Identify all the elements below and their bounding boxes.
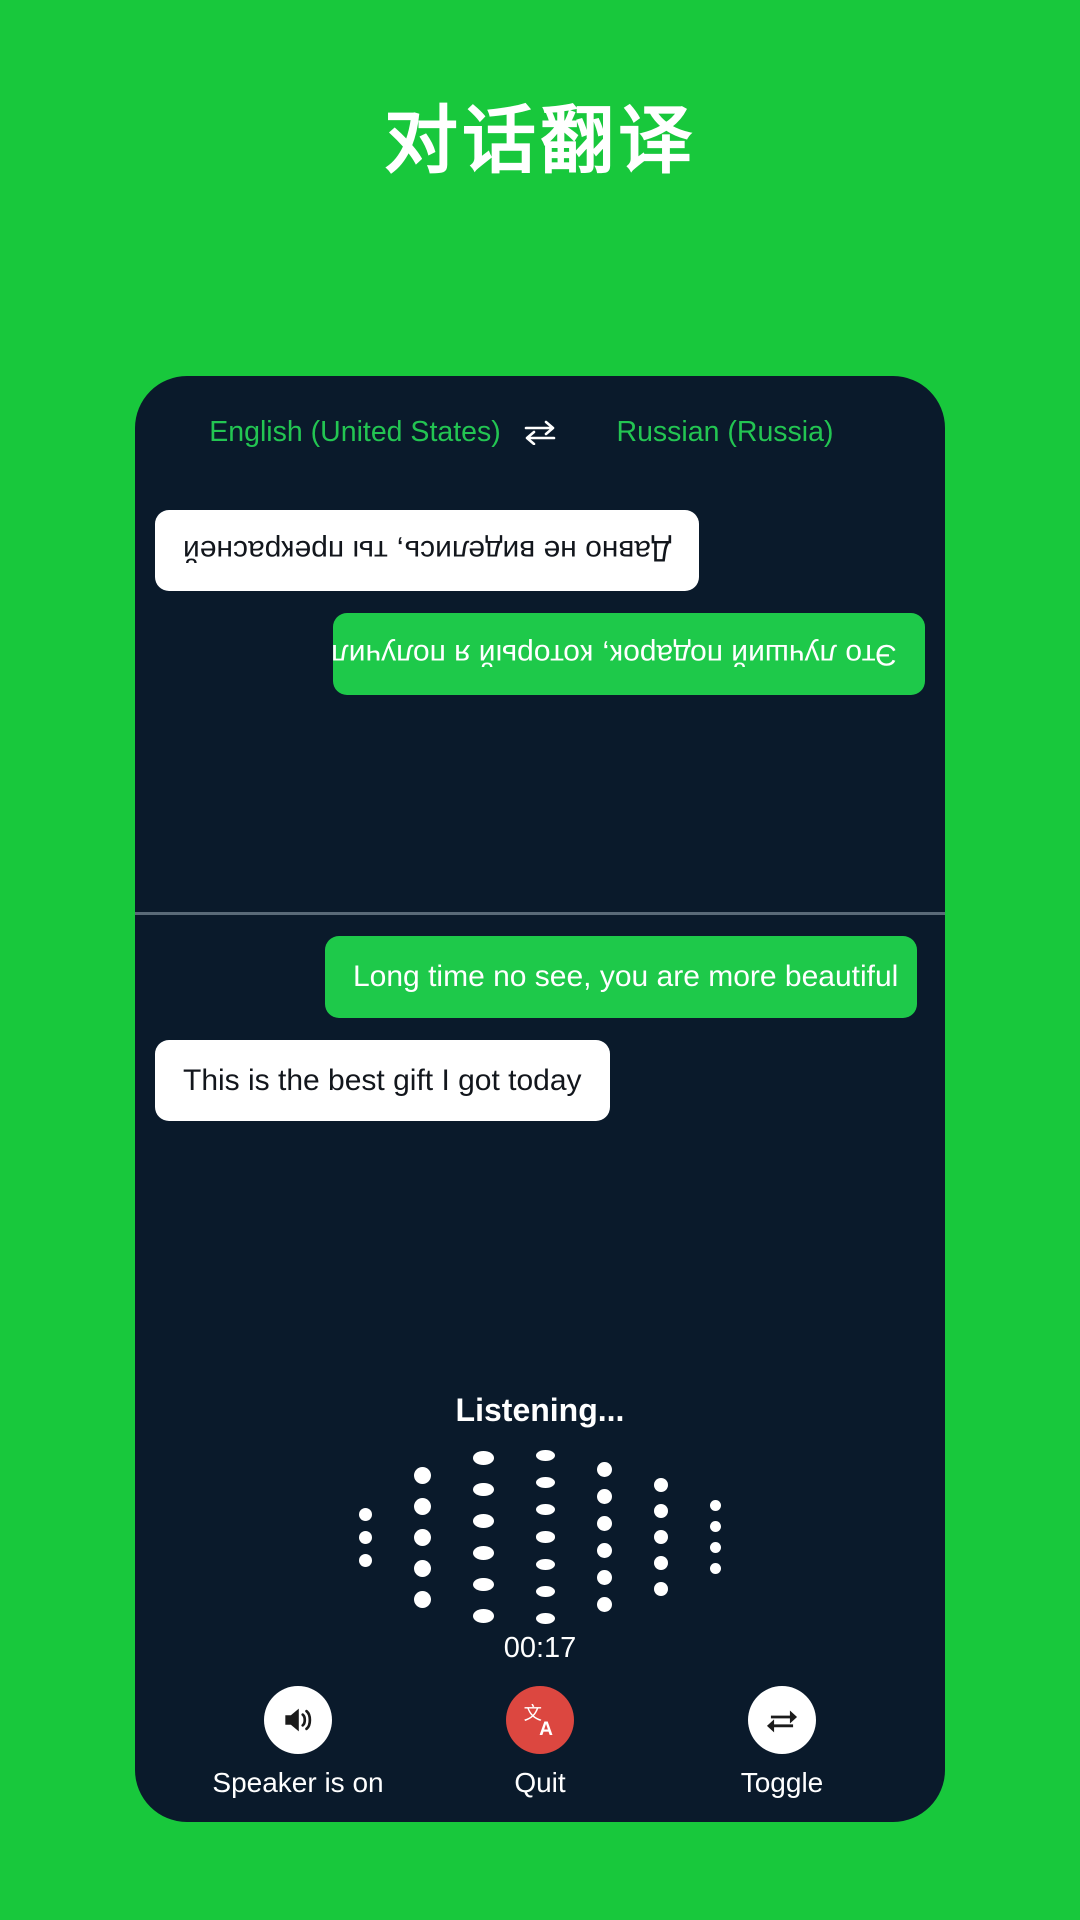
waveform-dot <box>710 1521 721 1532</box>
waveform-dot <box>536 1558 555 1570</box>
conversation-pane-top: Это лучший подарок, который я получил се… <box>135 488 945 912</box>
waveform-dot <box>473 1450 494 1465</box>
waveform-dot <box>414 1559 431 1577</box>
language-bar: English (United States) Russian (Russia) <box>135 376 945 488</box>
quit-button[interactable]: 文 A Quit <box>419 1686 661 1799</box>
toggle-swap-icon <box>748 1686 816 1754</box>
waveform-dot <box>473 1546 494 1560</box>
waveform-column <box>359 1442 372 1632</box>
waveform-column <box>414 1442 431 1632</box>
speaker-toggle-button[interactable]: Speaker is on <box>177 1686 419 1799</box>
message-bubble: This is the best gift I got today <box>155 1039 610 1121</box>
waveform-dot <box>536 1450 555 1462</box>
waveform-dot <box>359 1553 372 1567</box>
waveform-dot <box>414 1590 431 1608</box>
waveform-dot <box>654 1556 668 1570</box>
waveform-column <box>654 1442 668 1632</box>
waveform-dot <box>710 1542 721 1553</box>
waveform-dot <box>536 1504 555 1516</box>
svg-text:A: A <box>539 1719 553 1740</box>
waveform-dot <box>414 1466 431 1484</box>
speaker-toggle-label: Speaker is on <box>212 1767 384 1798</box>
speaker-on-icon <box>264 1686 332 1754</box>
waveform-dot <box>710 1500 721 1511</box>
waveform-dot <box>359 1507 372 1521</box>
source-language-selector[interactable]: English (United States) <box>205 416 505 449</box>
waveform-dot <box>597 1516 612 1531</box>
waveform-dot <box>597 1570 612 1585</box>
audio-waveform <box>135 1442 945 1632</box>
waveform-dot <box>473 1577 494 1592</box>
waveform-dot <box>473 1482 494 1497</box>
waveform-column <box>597 1442 612 1632</box>
page-title: 对话翻译 <box>384 99 696 182</box>
waveform-dot <box>597 1597 612 1612</box>
waveform-column <box>710 1442 721 1632</box>
recording-timer: 00:17 <box>503 1632 577 1664</box>
waveform-dot <box>414 1497 431 1515</box>
waveform-dot <box>414 1528 431 1546</box>
waveform-dot <box>473 1514 494 1528</box>
target-language-selector[interactable]: Russian (Russia) <box>575 416 875 449</box>
waveform-dot <box>359 1530 372 1544</box>
waveform-dot <box>654 1478 668 1492</box>
waveform-dot <box>654 1582 668 1596</box>
waveform-dot <box>597 1462 612 1477</box>
control-bar: Speaker is on 文 A Quit Toggle <box>135 1686 945 1822</box>
conversation-pane-bottom: Long time no see, you are more beautiful… <box>135 916 945 1296</box>
phone-card: English (United States) Russian (Russia)… <box>135 376 945 1822</box>
waveform-dot <box>710 1563 721 1574</box>
toggle-label: Toggle <box>740 1767 824 1798</box>
waveform-dot <box>536 1531 555 1543</box>
swap-horizontal-icon[interactable] <box>505 419 575 445</box>
message-bubble: Это лучший подарок, который я получил се… <box>333 613 925 695</box>
waveform-column <box>473 1442 494 1632</box>
waveform-dot <box>654 1504 668 1518</box>
translate-quit-icon: 文 A <box>506 1686 574 1754</box>
waveform-dot <box>536 1477 555 1489</box>
waveform-dot <box>536 1585 555 1597</box>
waveform-dot <box>597 1489 612 1504</box>
waveform-dot <box>654 1530 668 1544</box>
toggle-button[interactable]: Toggle <box>661 1686 903 1799</box>
waveform-dot <box>536 1612 555 1624</box>
pane-divider <box>135 912 945 915</box>
listening-status: Listening... <box>455 1392 625 1428</box>
waveform-column <box>536 1442 555 1632</box>
message-bubble: Long time no see, you are more beautiful <box>325 936 917 1018</box>
message-bubble: Давно не виделись, ты прекрасней <box>155 510 700 592</box>
waveform-dot <box>597 1543 612 1558</box>
waveform-dot <box>473 1609 494 1624</box>
quit-label: Quit <box>514 1767 566 1798</box>
